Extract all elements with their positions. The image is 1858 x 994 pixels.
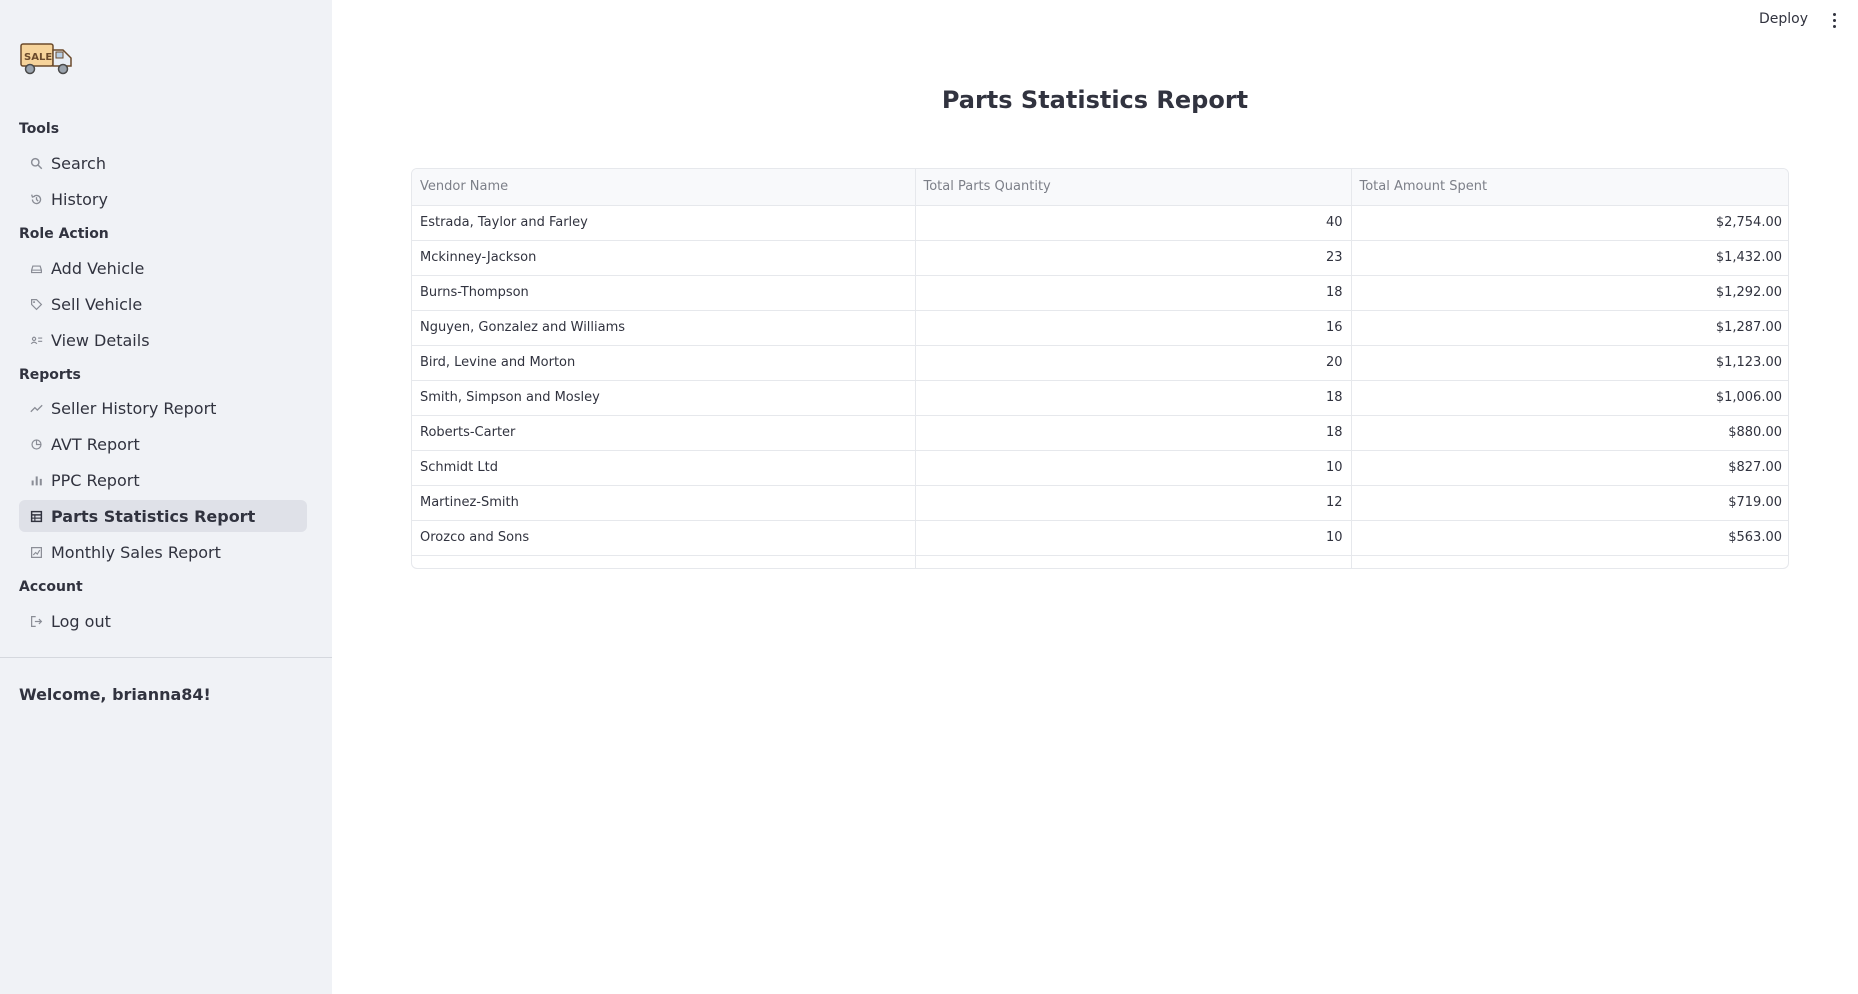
parts-quantity-cell[interactable]: 10 bbox=[915, 520, 1352, 556]
vendor-name-cell[interactable]: Roberts-Carter bbox=[412, 415, 916, 451]
sidebar-item-label: Monthly Sales Report bbox=[51, 542, 221, 562]
sidebar-item-label: PPC Report bbox=[51, 470, 140, 490]
amount-spent-cell[interactable]: $563.00 bbox=[1351, 520, 1788, 556]
sidebar-item-label: Sell Vehicle bbox=[51, 294, 143, 314]
more-vertical-icon[interactable] bbox=[1826, 10, 1842, 30]
logout-icon bbox=[21, 615, 51, 628]
vendor-name-cell[interactable]: Schmidt Ltd bbox=[412, 450, 916, 486]
parts-quantity-cell[interactable]: 10 bbox=[915, 450, 1352, 486]
sidebar-divider bbox=[0, 657, 332, 658]
parts-quantity-cell[interactable]: 18 bbox=[915, 380, 1352, 416]
sidebar-item-label: AVT Report bbox=[51, 434, 140, 454]
sidebar-item-view-details[interactable]: View Details bbox=[19, 324, 307, 356]
sidebar-item-ppc-report[interactable]: PPC Report bbox=[19, 464, 307, 496]
vendor-name-cell[interactable]: Orozco and Sons bbox=[412, 520, 916, 556]
vendor-name-cell[interactable]: Smith, Simpson and Mosley bbox=[412, 380, 916, 416]
parts-quantity-cell[interactable]: 18 bbox=[915, 275, 1352, 311]
history-icon bbox=[21, 193, 51, 206]
vendor-name-cell[interactable]: Nguyen, Gonzalez and Williams bbox=[412, 310, 916, 346]
sidebar-item-monthly-sales-report[interactable]: Monthly Sales Report bbox=[19, 536, 307, 568]
sidebar-item-log-out[interactable]: Log out bbox=[19, 605, 307, 637]
amount-spent-cell[interactable]: $719.00 bbox=[1351, 485, 1788, 521]
chart-box-icon bbox=[21, 546, 51, 559]
deploy-button[interactable]: Deploy bbox=[1755, 9, 1812, 29]
parts-quantity-cell[interactable]: 12 bbox=[915, 485, 1352, 521]
amount-spent-cell[interactable]: $1,287.00 bbox=[1351, 310, 1788, 346]
table-row[interactable]: Orozco and Sons 10 $563.00 bbox=[412, 520, 1788, 556]
sidebar-item-label: History bbox=[51, 189, 108, 209]
vendor-name-cell[interactable]: Mckinney-Jackson bbox=[412, 240, 916, 276]
table-row[interactable]: Martinez-Smith 12 $719.00 bbox=[412, 485, 1788, 521]
table-row[interactable]: Bird, Levine and Morton 20 $1,123.00 bbox=[412, 345, 1788, 381]
parts-statistics-table[interactable]: Vendor Name Total Parts Quantity Total A… bbox=[411, 168, 1789, 569]
amount-spent-cell[interactable]: $880.00 bbox=[1351, 415, 1788, 451]
page-title: Parts Statistics Report bbox=[941, 86, 1249, 114]
section-role-action: Role Action bbox=[19, 226, 109, 242]
table-row[interactable]: Smith, Simpson and Mosley 18 $1,006.00 bbox=[412, 380, 1788, 416]
table-row[interactable]: Mckinney-Jackson 23 $1,432.00 bbox=[412, 240, 1788, 276]
amount-spent-cell[interactable]: $2,754.00 bbox=[1351, 205, 1788, 241]
sidebar-item-label: Log out bbox=[51, 611, 111, 631]
sidebar-item-avt-report[interactable]: AVT Report bbox=[19, 428, 307, 460]
sidebar: SALE Tools Search History Role Action Ad… bbox=[0, 0, 332, 994]
sidebar-item-label: Seller History Report bbox=[51, 398, 217, 418]
section-tools: Tools bbox=[19, 121, 60, 137]
sidebar-item-seller-history-report[interactable]: Seller History Report bbox=[19, 392, 307, 424]
svg-text:SALE: SALE bbox=[24, 52, 52, 63]
parts-quantity-cell[interactable] bbox=[915, 555, 1352, 568]
welcome-message: Welcome, brianna84! bbox=[19, 685, 211, 704]
table-icon bbox=[21, 510, 51, 523]
sidebar-item-add-vehicle[interactable]: Add Vehicle bbox=[19, 252, 307, 284]
amount-spent-cell[interactable]: $1,292.00 bbox=[1351, 275, 1788, 311]
parts-quantity-cell[interactable]: 20 bbox=[915, 345, 1352, 381]
table-row[interactable]: Burns-Thompson 18 $1,292.00 bbox=[412, 275, 1788, 311]
sidebar-item-sell-vehicle[interactable]: Sell Vehicle bbox=[19, 288, 307, 320]
vendor-name-cell[interactable]: Martinez-Smith bbox=[412, 485, 916, 521]
sale-truck-logo: SALE bbox=[20, 38, 74, 78]
sidebar-item-search[interactable]: Search bbox=[19, 147, 307, 179]
amount-spent-cell[interactable]: $1,432.00 bbox=[1351, 240, 1788, 276]
search-icon bbox=[21, 157, 51, 170]
table-row[interactable]: Nguyen, Gonzalez and Williams 16 $1,287.00 bbox=[412, 310, 1788, 346]
column-header-total-parts-quantity[interactable]: Total Parts Quantity bbox=[915, 169, 1352, 206]
sidebar-item-label: Add Vehicle bbox=[51, 258, 145, 278]
section-account: Account bbox=[19, 579, 83, 595]
trending-icon bbox=[21, 402, 51, 415]
sidebar-item-label: Parts Statistics Report bbox=[51, 506, 256, 526]
vendor-name-cell[interactable]: Estrada, Taylor and Farley bbox=[412, 205, 916, 241]
parts-quantity-cell[interactable]: 18 bbox=[915, 415, 1352, 451]
vendor-name-cell[interactable] bbox=[412, 555, 916, 568]
bar-chart-icon bbox=[21, 474, 51, 487]
column-header-vendor-name[interactable]: Vendor Name bbox=[412, 169, 916, 206]
amount-spent-cell[interactable]: $827.00 bbox=[1351, 450, 1788, 486]
amount-spent-cell[interactable]: $1,123.00 bbox=[1351, 345, 1788, 381]
parts-quantity-cell[interactable]: 16 bbox=[915, 310, 1352, 346]
vendor-name-cell[interactable]: Burns-Thompson bbox=[412, 275, 916, 311]
list-person-icon bbox=[21, 334, 51, 347]
parts-quantity-cell[interactable]: 40 bbox=[915, 205, 1352, 241]
vendor-name-cell[interactable]: Bird, Levine and Morton bbox=[412, 345, 916, 381]
table-row[interactable]: Schmidt Ltd 10 $827.00 bbox=[412, 450, 1788, 486]
amount-spent-cell[interactable]: $1,006.00 bbox=[1351, 380, 1788, 416]
table-row[interactable]: Roberts-Carter 18 $880.00 bbox=[412, 415, 1788, 451]
sidebar-item-parts-statistics-report[interactable]: Parts Statistics Report bbox=[19, 500, 307, 532]
table-row[interactable] bbox=[412, 555, 1788, 568]
section-reports: Reports bbox=[19, 367, 81, 383]
tag-icon bbox=[21, 298, 51, 311]
table-header-row: Vendor Name Total Parts Quantity Total A… bbox=[412, 169, 1788, 206]
parts-quantity-cell[interactable]: 23 bbox=[915, 240, 1352, 276]
table-row[interactable]: Estrada, Taylor and Farley 40 $2,754.00 bbox=[412, 205, 1788, 241]
car-icon bbox=[21, 262, 51, 275]
sidebar-item-history[interactable]: History bbox=[19, 183, 307, 215]
sidebar-item-label: View Details bbox=[51, 330, 150, 350]
column-header-total-amount-spent[interactable]: Total Amount Spent bbox=[1351, 169, 1788, 206]
amount-spent-cell[interactable] bbox=[1351, 555, 1788, 568]
database-icon bbox=[21, 438, 51, 451]
sidebar-item-label: Search bbox=[51, 153, 106, 173]
